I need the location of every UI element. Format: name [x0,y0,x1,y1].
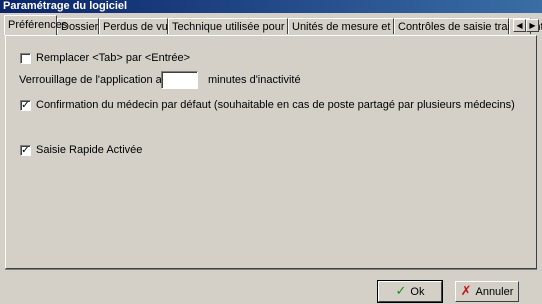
cancel-button-label: Annuler [475,285,514,298]
doctor-confirm-option[interactable]: ✓ Confirmation du médecin par défaut (so… [20,99,515,111]
lock-app-label: Verrouillage de l'application après [19,74,184,86]
x-icon: ✗ [460,284,472,299]
ok-button-label: Ok [410,285,425,298]
lock-app-row: Verrouillage de l'application après minu… [19,71,301,89]
replace-tab-option[interactable]: Remplacer <Tab> par <Entrée> [20,52,190,64]
doctor-confirm-label: Confirmation du médecin par défaut (souh… [36,99,515,111]
tab-unites-mesure[interactable]: Unités de mesure et bornes [288,18,427,34]
tab-preferences[interactable]: Préférences [4,15,67,35]
tab-strip: Préférences Dossiers Perdus de vue Techn… [4,14,542,36]
tab-perdus-de-vue[interactable]: Perdus de vue [99,18,174,34]
window-title: Paramétrage du logiciel [0,0,542,13]
arrow-right-icon[interactable]: ▶ [526,19,539,32]
cancel-button[interactable]: ✗ Annuler [455,281,519,302]
dialog-footer: ✓ Ok ✗ Annuler [5,269,537,303]
preferences-panel: Remplacer <Tab> par <Entrée> Verrouillag… [5,35,537,269]
doctor-confirm-checkbox[interactable]: ✓ [20,99,31,111]
quick-entry-option[interactable]: ✓ Saisie Rapide Activée [20,144,142,156]
replace-tab-label: Remplacer <Tab> par <Entrée> [36,52,191,64]
arrow-left-icon[interactable]: ◀ [513,19,526,32]
lock-minutes-unit-label: minutes d'inactivité [208,74,301,86]
quick-entry-checkbox[interactable]: ✓ [20,144,31,156]
tab-technique-cd4[interactable]: Technique utilisée pour les CD4 [168,18,327,34]
lock-minutes-input[interactable] [161,71,198,89]
ok-button[interactable]: ✓ Ok [377,280,443,303]
replace-tab-checkbox[interactable] [20,52,31,64]
quick-entry-label: Saisie Rapide Activée [36,144,143,156]
tab-controles-saisie[interactable]: Contrôles de saisie traitement [394,18,542,34]
check-icon: ✓ [395,284,407,299]
